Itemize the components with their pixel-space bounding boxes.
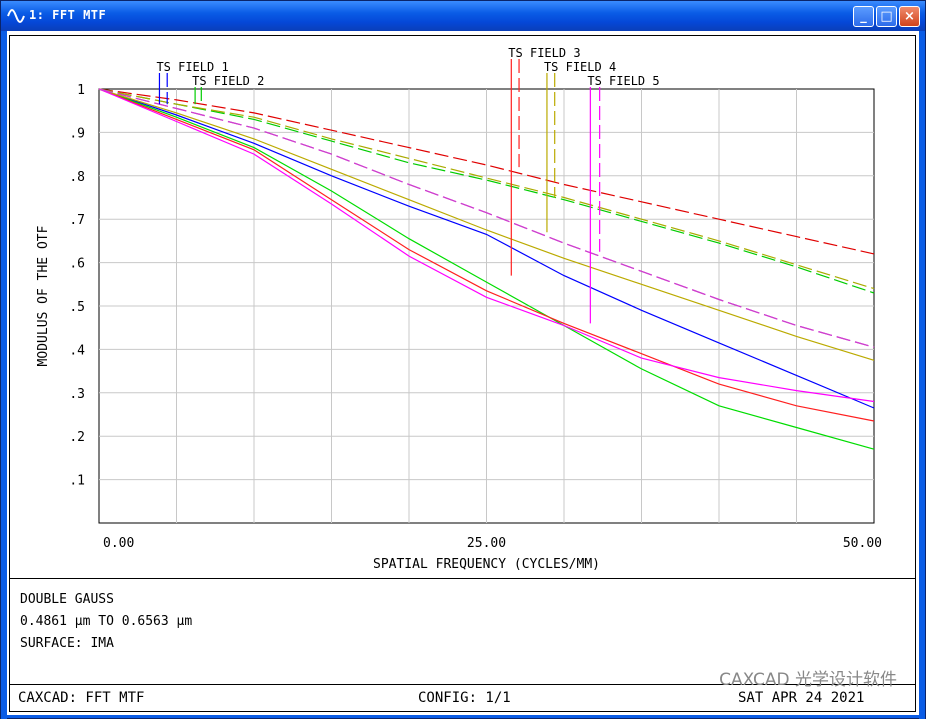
- y-tick-label: .1: [69, 474, 85, 489]
- window-frame-right: [919, 31, 925, 719]
- field-marker-label-1: TS FIELD 1: [156, 60, 228, 74]
- y-tick-label: 1: [77, 83, 85, 98]
- title-bar[interactable]: 1: FFT MTF _ □ ×: [1, 1, 925, 31]
- y-tick-label: .2: [69, 430, 85, 445]
- minimize-button[interactable]: _: [853, 6, 874, 27]
- window-content: 1 .9 .8 .7 .6 .5 .4 .3 .2 .1 0.00 25.00 50.00 SPATIAL…: [7, 31, 919, 715]
- plot-panel: 1 .9 .8 .7 .6 .5 .4 .3 .2 .1 0.00 25.00 50.00 SPATIAL…: [9, 35, 916, 579]
- wavelength-range: 0.4861 µm TO 0.6563 µm: [20, 614, 193, 629]
- x-tick-label: 0.00: [103, 536, 134, 551]
- x-tick-label: 25.00: [467, 536, 506, 551]
- watermark-text: CAXCAD 光学设计软件: [719, 670, 897, 690]
- mtf-window: 1: FFT MTF _ □ × 1 .9 .8 .7 .6 .5 .4 .3 .2 .1 0.00…: [0, 0, 926, 719]
- x-tick-label: 50.00: [843, 536, 882, 551]
- field-marker-label-4: TS FIELD 4: [544, 60, 616, 74]
- y-tick-label: .5: [69, 300, 85, 315]
- sine-wave-icon: [7, 9, 25, 23]
- surface-label: SURFACE: IMA: [20, 636, 114, 651]
- field-marker-label-3: TS FIELD 3: [508, 46, 580, 60]
- maximize-button[interactable]: □: [876, 6, 897, 27]
- close-button[interactable]: ×: [899, 6, 920, 27]
- y-tick-label: .8: [69, 170, 85, 185]
- y-tick-label: .9: [69, 126, 85, 141]
- x-axis-label: SPATIAL FREQUENCY (CYCLES/MM): [373, 557, 600, 572]
- footer-config: CONFIG: 1/1: [418, 690, 511, 706]
- field-marker-label-5: TS FIELD 5: [587, 74, 659, 88]
- footer-date: SAT APR 24 2021: [738, 690, 865, 706]
- y-axis-label: MODULUS OF THE OTF: [36, 225, 51, 366]
- field-marker-label-2: TS FIELD 2: [192, 74, 264, 88]
- mtf-chart: 1 .9 .8 .7 .6 .5 .4 .3 .2 .1 0.00 25.00 50.00 SPATIAL…: [36, 46, 882, 572]
- lens-name: DOUBLE GAUSS: [20, 592, 114, 607]
- window-title: 1: FFT MTF: [29, 8, 107, 22]
- y-tick-label: .6: [69, 257, 85, 272]
- y-tick-label: .3: [69, 387, 85, 402]
- y-tick-label: .7: [69, 213, 85, 228]
- y-tick-label: .4: [69, 343, 85, 358]
- footer-program: CAXCAD: FFT MTF: [18, 690, 145, 706]
